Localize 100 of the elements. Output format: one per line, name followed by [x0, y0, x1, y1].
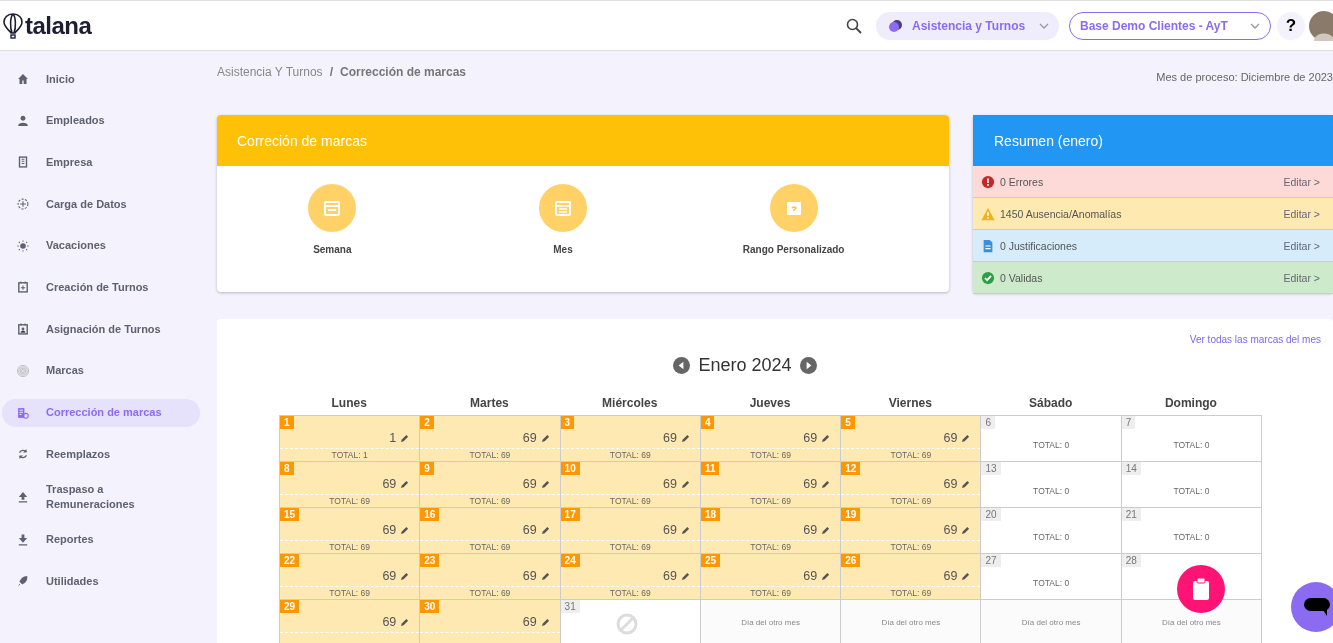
pencil-icon[interactable]: [961, 433, 971, 443]
day-total: TOTAL: 69: [749, 496, 792, 506]
search-icon[interactable]: [846, 17, 862, 34]
sidebar-item[interactable]: Reemplazos: [2, 440, 200, 469]
pencil-icon[interactable]: [400, 571, 410, 581]
day-number: 7: [1121, 416, 1136, 429]
day-total: TOTAL: 69: [468, 588, 512, 598]
mark-count: 69: [943, 569, 958, 583]
pencil-icon[interactable]: [540, 617, 550, 627]
module-dropdown[interactable]: Asistencia y Turnos: [876, 11, 1059, 40]
previous-icon[interactable]: [673, 357, 691, 374]
help-button[interactable]: ?: [1277, 11, 1305, 40]
option-label[interactable]: Rango Personalizado: [742, 244, 845, 255]
sidebar-item[interactable]: Utilidades: [2, 567, 200, 596]
pencil-icon[interactable]: [400, 617, 410, 627]
mark-count: 69: [663, 477, 677, 491]
mark-count: 69: [943, 523, 958, 537]
breadcrumb-link[interactable]: Asistencia Y Turnos: [217, 65, 323, 79]
pencil-icon[interactable]: [821, 479, 831, 489]
edit-link[interactable]: Editar >: [1283, 239, 1320, 252]
day-number: 8: [280, 462, 294, 475]
day-total: TOTAL: 69: [749, 542, 792, 552]
pencil-icon[interactable]: [680, 433, 690, 443]
day-total: TOTAL: 69: [608, 588, 652, 598]
upload-circle-icon: [16, 197, 30, 212]
summary-text: 0 Errores: [1000, 175, 1045, 188]
summary-text: 1450 Ausencia/Anomalías: [1000, 207, 1123, 220]
mark-count: 69: [382, 523, 397, 537]
next-icon[interactable]: [799, 357, 817, 374]
day-number: 13: [981, 462, 1001, 475]
sidebar-item[interactable]: Creación de Turnos: [2, 273, 200, 302]
prohibited-icon: [615, 613, 638, 635]
sidebar-item[interactable]: Inicio: [2, 65, 200, 93]
module-icon: [888, 18, 904, 33]
pencil-icon[interactable]: [680, 525, 690, 535]
day-total: TOTAL: 69: [328, 496, 372, 506]
day-number: 15: [280, 508, 300, 521]
option-label[interactable]: Mes: [553, 244, 573, 255]
sidebar-item[interactable]: Marcas: [2, 356, 200, 385]
pencil-icon[interactable]: [961, 479, 971, 489]
edit-link[interactable]: Editar >: [1283, 271, 1320, 284]
pencil-icon[interactable]: [540, 479, 550, 489]
day-total: TOTAL: 0: [1032, 578, 1071, 588]
sidebar-item[interactable]: Empleados: [2, 106, 200, 135]
pencil-icon[interactable]: [961, 525, 971, 535]
pencil-icon[interactable]: [961, 571, 971, 581]
sidebar-item[interactable]: Empresa: [2, 148, 200, 177]
pencil-icon[interactable]: [680, 571, 690, 581]
sidebar-item[interactable]: Carga de Datos: [2, 190, 200, 219]
sidebar-item[interactable]: Asignación de Turnos: [2, 315, 200, 344]
pencil-icon[interactable]: [821, 433, 831, 443]
day-number: 28: [1121, 554, 1141, 567]
day-number: 9: [420, 462, 434, 475]
option-label[interactable]: Semana: [313, 244, 352, 255]
pencil-icon[interactable]: [821, 571, 831, 581]
mark-count: 69: [943, 477, 958, 491]
day-total: TOTAL: 0: [1032, 440, 1071, 450]
pencil-icon[interactable]: [540, 525, 550, 535]
sidebar-item[interactable]: Vacaciones: [2, 231, 200, 260]
pencil-icon[interactable]: [400, 525, 410, 535]
sidebar-item[interactable]: Corrección de marcas: [2, 398, 200, 427]
mark-count: 69: [803, 569, 818, 583]
day-number: 21: [1121, 508, 1141, 521]
edit-link[interactable]: Editar >: [1283, 207, 1320, 220]
day-number: 22: [280, 554, 300, 567]
person-icon: [16, 113, 30, 128]
avatar[interactable]: [1309, 10, 1333, 41]
sidebar-item[interactable]: Traspaso a Remuneraciones: [2, 481, 200, 512]
day-number: 12: [841, 462, 861, 475]
weekday-header: Jueves: [748, 396, 792, 412]
card-title: Resumen (enero): [994, 132, 1103, 149]
company-dropdown[interactable]: Base Demo Clientes - AyT: [1069, 11, 1271, 40]
day-total: TOTAL: 69: [749, 450, 792, 460]
pencil-icon[interactable]: [540, 433, 550, 443]
sidebar-item[interactable]: Reportes: [2, 525, 200, 554]
day-total: TOTAL: 69: [608, 450, 652, 460]
calendar-person-icon: [16, 322, 30, 337]
process-month: Mes de proceso: Diciembre de 2023: [1156, 71, 1333, 83]
mark-count: 69: [522, 523, 537, 537]
day-number: 2: [420, 416, 434, 429]
pencil-icon[interactable]: [821, 525, 831, 535]
day-total: TOTAL: 0: [1172, 532, 1211, 542]
pencil-icon[interactable]: [400, 433, 410, 443]
pencil-icon[interactable]: [400, 479, 410, 489]
day-total: TOTAL: 69: [328, 542, 372, 552]
mark-count: 69: [663, 569, 677, 583]
weekday-header: Viernes: [887, 396, 933, 412]
balloon-icon: [2, 11, 24, 40]
day-number: 16: [420, 508, 440, 521]
mark-count: 69: [522, 477, 537, 491]
pencil-icon[interactable]: [540, 571, 550, 581]
day-total: TOTAL: 69: [889, 496, 933, 506]
weekday-header: Domingo: [1163, 396, 1218, 412]
weekday-header: Sábado: [1027, 396, 1074, 412]
mark-count: 69: [943, 431, 958, 445]
pencil-icon[interactable]: [680, 479, 690, 489]
view-all-link[interactable]: Ver todas las marcas del mes: [1189, 334, 1321, 345]
day-total: TOTAL: 69: [889, 588, 933, 598]
summary-text: 0 Justificaciones: [1000, 239, 1079, 252]
edit-link[interactable]: Editar >: [1283, 175, 1320, 188]
